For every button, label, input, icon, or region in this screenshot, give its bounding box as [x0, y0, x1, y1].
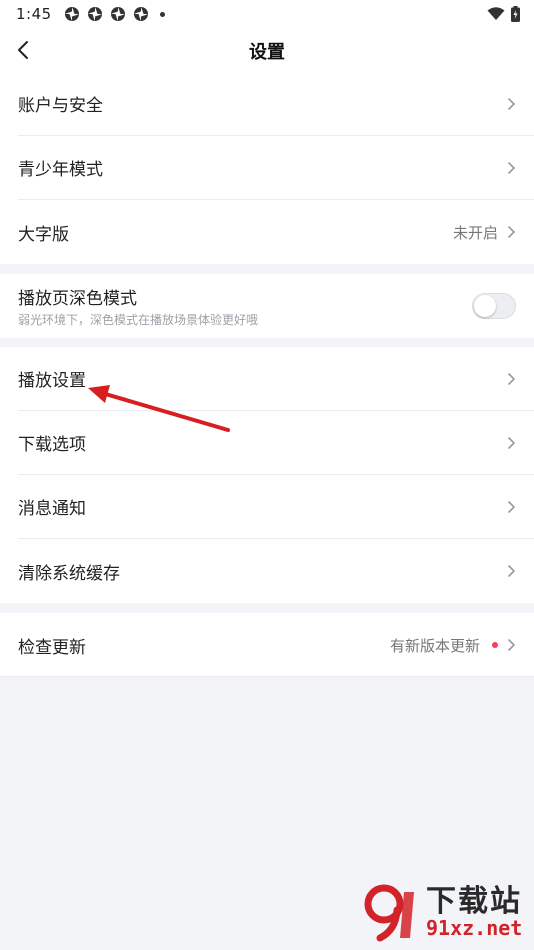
app-notification-icon: [87, 7, 102, 21]
status-time: 1:45: [16, 5, 52, 23]
notification-icons: [64, 6, 165, 22]
settings-item-value: 未开启: [452, 223, 498, 242]
settings-item-teen-mode[interactable]: 青少年模式: [18, 136, 534, 200]
settings-group-update: 检查更新 有新版本更新: [0, 613, 534, 677]
settings-item-right: 未开启: [453, 200, 516, 264]
settings-item-notifications[interactable]: 消息通知: [18, 475, 534, 539]
page-title: 设置: [249, 42, 285, 63]
settings-item-large-font[interactable]: 大字版 未开启: [18, 200, 534, 264]
watermark-url: 91xz.net: [426, 916, 523, 940]
settings-item-value: 有新版本更新: [389, 636, 480, 655]
settings-item-label: 检查更新: [18, 637, 86, 658]
settings-item-label: 大字版: [18, 224, 69, 245]
settings-item-right: [506, 539, 516, 603]
settings-item-playback[interactable]: 播放设置: [18, 347, 534, 411]
app-notification-icon: [110, 7, 125, 21]
settings-item-label: 青少年模式: [18, 160, 103, 180]
chevron-right-icon: [508, 437, 516, 449]
chevron-right-icon: [508, 98, 516, 110]
chevron-right-icon: [508, 639, 516, 651]
settings-item-label: 下载选项: [18, 435, 86, 455]
settings-item-right: [472, 274, 516, 338]
settings-item-right: [506, 72, 516, 136]
battery-charging-icon: [511, 6, 520, 22]
app-notification-icon: [133, 7, 148, 21]
settings-group-general: 播放设置 下载选项 消息通知 清除系统缓存: [0, 347, 534, 603]
status-right: [487, 6, 520, 22]
settings-item-right: [506, 347, 516, 411]
settings-item-right: [506, 136, 516, 200]
settings-item-label: 播放页深色模式: [18, 289, 137, 309]
update-badge: [492, 642, 498, 648]
more-notifications-dot: [159, 11, 165, 17]
chevron-right-icon: [508, 565, 516, 577]
chevron-right-icon: [508, 373, 516, 385]
settings-group-dark-mode: 播放页深色模式 弱光环境下，深色模式在播放场景体验更好哦: [0, 274, 534, 338]
settings-item-player-dark-mode: 播放页深色模式 弱光环境下，深色模式在播放场景体验更好哦: [18, 274, 534, 338]
app-notification-icon: [64, 7, 79, 21]
settings-item-subtitle: 弱光环境下，深色模式在播放场景体验更好哦: [18, 313, 259, 327]
toggle-knob: [474, 295, 496, 317]
nav-bar: 设置: [0, 28, 534, 72]
watermark-logo-icon: [364, 884, 414, 942]
settings-item-right: 有新版本更新: [390, 613, 516, 677]
settings-item-download[interactable]: 下载选项: [18, 411, 534, 475]
settings-group-account: 账户与安全 青少年模式 大字版 未开启: [0, 72, 534, 264]
dark-mode-toggle[interactable]: [472, 293, 516, 319]
chevron-right-icon: [508, 226, 516, 238]
settings-item-label: 消息通知: [18, 499, 86, 519]
settings-item-account-security[interactable]: 账户与安全: [18, 72, 534, 136]
divider: [0, 676, 534, 677]
watermark: 下载站 91xz.net: [358, 876, 528, 946]
settings-item-check-update[interactable]: 检查更新 有新版本更新: [18, 613, 534, 677]
watermark-title: 下载站: [426, 884, 522, 919]
chevron-right-icon: [508, 501, 516, 513]
settings-item-label: 清除系统缓存: [18, 563, 120, 584]
settings-item-label: 账户与安全: [18, 96, 103, 116]
settings-item-label: 播放设置: [18, 371, 86, 391]
status-bar: 1:45: [0, 0, 534, 28]
settings-item-clear-cache[interactable]: 清除系统缓存: [18, 539, 534, 603]
chevron-right-icon: [508, 162, 516, 174]
wifi-icon: [487, 7, 505, 20]
settings-item-right: [506, 411, 516, 475]
settings-item-right: [506, 475, 516, 539]
